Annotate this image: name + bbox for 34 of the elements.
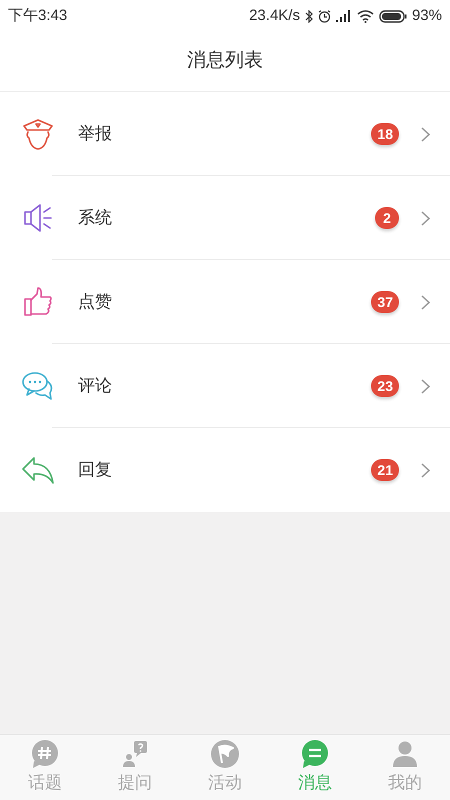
message-category-row[interactable]: 评论 23 — [0, 344, 450, 428]
person-question-icon — [120, 739, 150, 770]
flag-icon — [210, 739, 240, 770]
battery-icon — [378, 10, 407, 22]
chevron-right-icon — [421, 294, 430, 310]
battery-percentage: 93% — [412, 6, 442, 26]
unread-count-badge: 23 — [371, 375, 399, 397]
message-category-row[interactable]: 点赞 37 — [0, 260, 450, 344]
chevron-right-icon — [421, 462, 430, 478]
signal-icon — [336, 10, 352, 22]
unread-count-badge: 21 — [371, 459, 399, 481]
category-label: 评论 — [78, 375, 113, 398]
page-title: 消息列表 — [187, 49, 263, 74]
person-icon — [390, 739, 420, 770]
message-bubble-icon — [300, 739, 330, 770]
wifi-icon — [356, 10, 374, 22]
message-category-row[interactable]: 举报 18 — [0, 92, 450, 176]
chevron-right-icon — [421, 210, 430, 226]
chevron-right-icon — [421, 126, 430, 142]
category-label: 系统 — [78, 207, 113, 230]
unread-count-badge: 2 — [375, 207, 399, 229]
status-time: 下午3:43 — [8, 6, 68, 26]
alarm-clock-icon — [318, 10, 331, 22]
chevron-right-icon — [421, 378, 430, 394]
category-label: 举报 — [78, 123, 113, 146]
hash-bubble-icon — [30, 739, 60, 770]
bluetooth-icon — [304, 10, 313, 22]
message-category-row[interactable]: 系统 2 — [0, 176, 450, 260]
unread-count-badge: 18 — [371, 123, 399, 145]
network-speed: 23.4K/s — [249, 6, 300, 26]
category-label: 点赞 — [78, 291, 113, 314]
unread-count-badge: 37 — [371, 291, 399, 313]
message-category-row[interactable]: 回复 21 — [0, 428, 450, 512]
category-label: 回复 — [78, 459, 113, 482]
